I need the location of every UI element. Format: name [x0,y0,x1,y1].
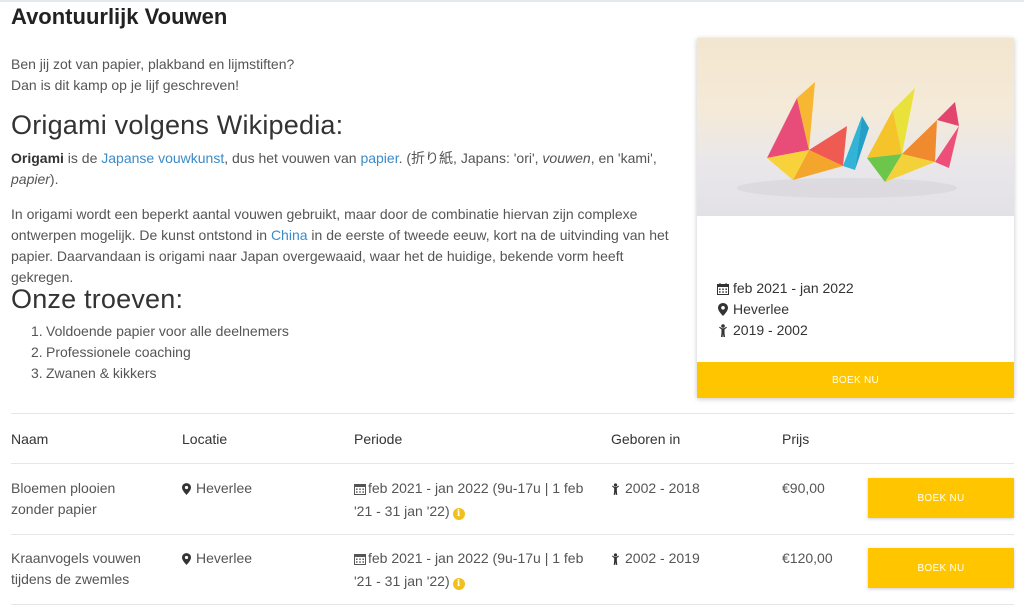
row-price: €90,00 [782,480,825,496]
list-text: Professionele coaching [46,344,191,360]
card-birth-years: 2019 - 2002 [733,322,808,338]
link-china[interactable]: China [271,227,308,243]
list-item: 1. Voldoende papier voor alle deelnemers [31,321,289,342]
list-number: 2. [31,344,43,360]
row-name-line: Kraanvogels vouwen [11,550,141,566]
link-papier[interactable]: papier [360,150,398,166]
map-marker-icon [182,550,196,571]
map-marker-icon [715,303,731,317]
header-periode: Periode [354,431,403,447]
row-location: Heverlee [182,478,252,501]
child-icon [611,480,625,501]
text: , en 'kami', [590,150,657,166]
list-item: 3. Zwanen & kikkers [31,363,289,384]
child-icon [715,324,731,338]
troeven-list: 1. Voldoende papier voor alle deelnemers … [31,321,289,384]
table-row-divider [11,463,1014,464]
intro-line-2: Dan is dit kamp op je lijf geschreven! [11,77,239,93]
wiki-heading: Origami volgens Wikipedia: [11,110,344,140]
list-text: Voldoende papier voor alle deelnemers [46,323,289,339]
camp-card: feb 2021 - jan 2022 Heverlee 2019 - 2002… [697,38,1014,398]
table-row-divider [11,534,1014,535]
row-period-line: '21 - 31 jan '22) [354,573,450,589]
list-item: 2. Professionele coaching [31,342,289,363]
card-book-button[interactable]: BOEK NU [697,362,1014,398]
row-born-text: 2002 - 2018 [625,480,700,496]
header-locatie: Locatie [182,431,228,447]
book-button[interactable]: BOEK NU [868,548,1014,588]
row-name-line: Bloemen plooien [11,480,116,496]
text: ). [49,171,59,187]
row-period-line: feb 2021 - jan 2022 (9u-17u | 1 feb [368,550,584,566]
book-button[interactable]: BOEK NU [868,478,1014,518]
header-naam: Naam [11,431,49,447]
info-circle-icon[interactable]: i [452,578,465,590]
intro-text: Ben jij zot van papier, plakband en lijm… [11,54,671,96]
intro-line-1: Ben jij zot van papier, plakband en lijm… [11,56,295,72]
row-name-line: tijdens de zwemles [11,571,130,587]
calendar-icon [354,480,368,501]
card-birth-row: 2019 - 2002 [715,320,854,341]
origami-cranes-image [697,38,1014,216]
card-location-row: Heverlee [715,299,854,320]
text: . (折り紙, Japans: 'ori', [398,150,543,166]
calendar-icon [354,550,368,571]
card-period-row: feb 2021 - jan 2022 [715,278,854,299]
italic-text: papier [11,171,50,187]
table-top-divider [11,413,1014,414]
page-title: Avontuurlijk Vouwen [11,4,228,29]
top-border [0,0,1024,2]
info-circle-icon[interactable]: i [452,508,465,520]
row-name-line: zonder papier [11,501,97,517]
child-icon [611,550,625,571]
map-marker-icon [182,480,196,501]
row-location-text: Heverlee [196,550,253,566]
row-period: feb 2021 - jan 2022 (9u-17u | 1 feb '21 … [354,548,583,592]
row-location-text: Heverlee [196,480,253,496]
row-period: feb 2021 - jan 2022 (9u-17u | 1 feb '21 … [354,478,583,522]
link-japanse-vouwkunst[interactable]: Japanse vouwkunst [101,150,224,166]
card-location: Heverlee [733,301,790,317]
origami-cranes-illustration [737,82,959,198]
header-prijs: Prijs [782,431,810,447]
row-period-line: feb 2021 - jan 2022 (9u-17u | 1 feb [368,480,584,496]
origami-bold: Origami [11,150,64,166]
card-period: feb 2021 - jan 2022 [733,280,854,296]
row-period-line: '21 - 31 jan '22) [354,503,450,519]
text: is de [63,150,102,166]
row-born: 2002 - 2019 [611,548,700,571]
row-name: Kraanvogels vouwen tijdens de zwemles [11,548,141,590]
calendar-icon [715,282,731,296]
list-text: Zwanen & kikkers [46,365,157,381]
header-geboren-in: Geboren in [611,431,681,447]
italic-text: vouwen [542,150,591,166]
text: , dus het vouwen van [224,150,361,166]
table-bottom-divider [11,604,1014,605]
list-number: 3. [31,365,43,381]
card-info: feb 2021 - jan 2022 Heverlee 2019 - 2002 [715,278,854,341]
row-born-text: 2002 - 2019 [625,550,700,566]
wiki-paragraph-2: In origami wordt een beperkt aantal vouw… [11,204,681,288]
row-location: Heverlee [182,548,252,571]
troeven-heading: Onze troeven: [11,284,184,314]
wiki-paragraph-1: Origami is de Japanse vouwkunst, dus het… [11,148,681,190]
row-name: Bloemen plooien zonder papier [11,478,115,520]
row-price: €120,00 [782,550,833,566]
row-born: 2002 - 2018 [611,478,700,501]
list-number: 1. [31,323,43,339]
